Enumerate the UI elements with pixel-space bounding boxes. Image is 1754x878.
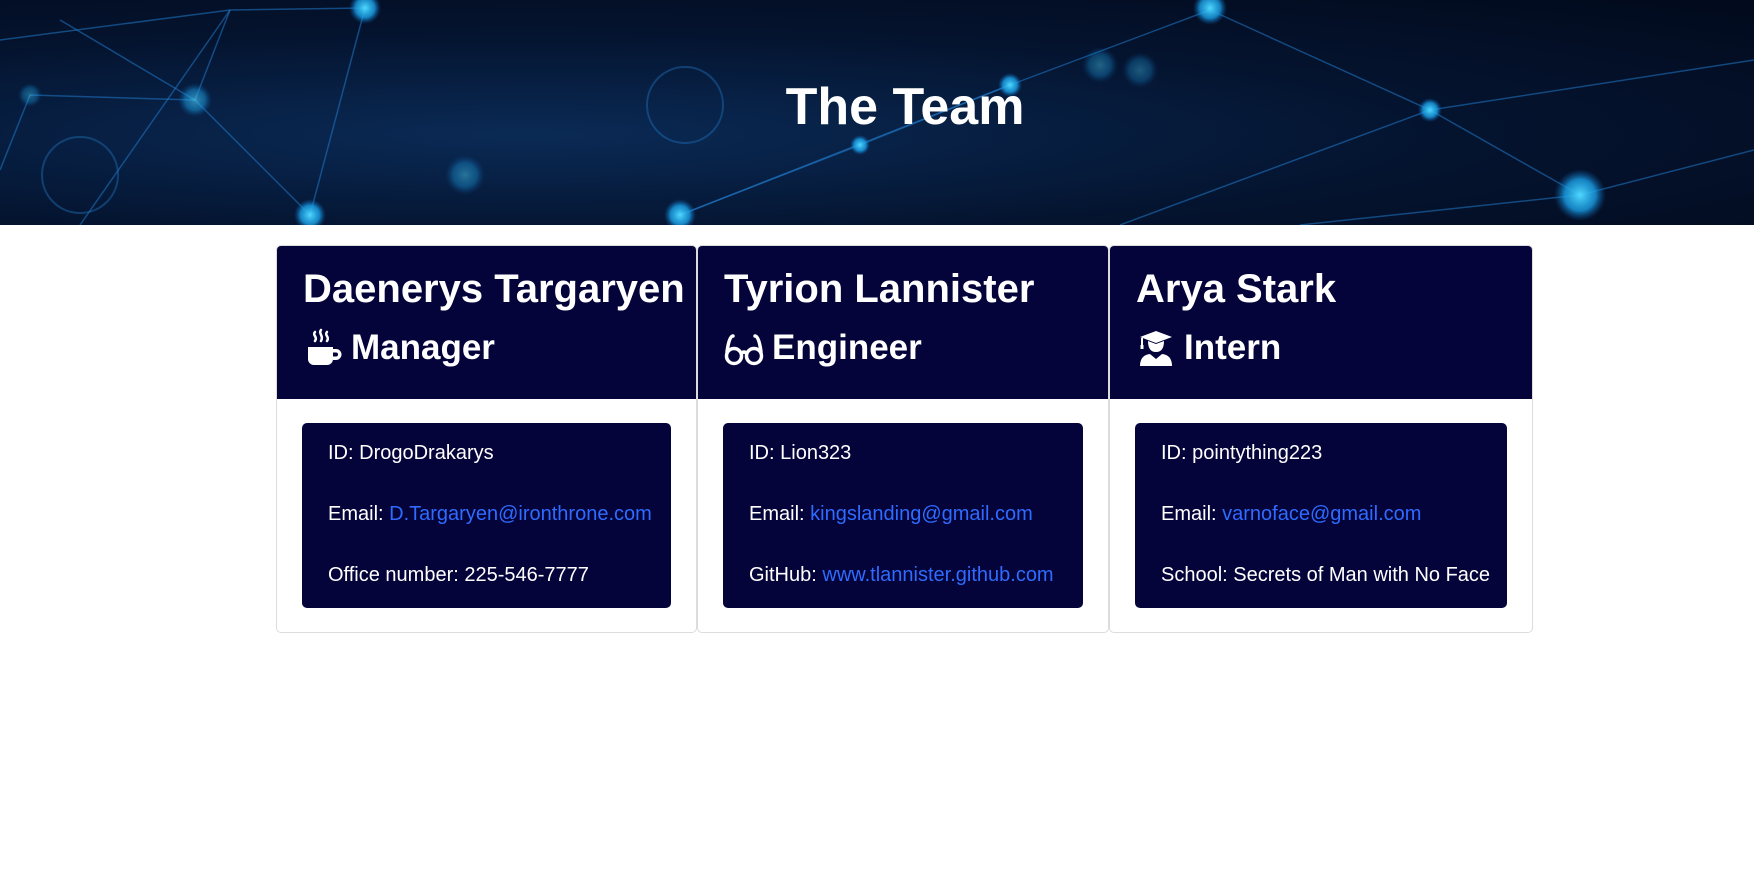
github-label: GitHub: [749,564,817,586]
role-label: Manager [351,328,495,367]
mug-hot-icon [303,328,343,368]
employee-id: ID: Lion323 [749,440,851,466]
card-header: Daenerys Targaryen Manager [277,246,696,399]
card-header: Arya Stark Intern [1110,246,1532,399]
employee-github: GitHub: www.tlannister.github.com [749,562,1054,588]
email-link[interactable]: D.Targaryen@ironthrone.com [389,503,652,525]
email-label: Email: [1161,503,1217,525]
employee-role: Engineer [724,324,922,372]
email-link[interactable]: kingslanding@gmail.com [810,503,1033,525]
school-value: Secrets of Man with No Face [1233,564,1491,586]
employee-id: ID: pointything223 [1161,440,1322,466]
user-graduate-icon [1136,328,1176,368]
card-header: Tyrion Lannister Engineer [698,246,1108,399]
id-label: ID: [749,442,775,464]
glasses-icon [724,328,764,368]
id-value: DrogoDrakarys [359,442,494,464]
role-label: Engineer [772,328,922,367]
employee-info-box: ID: Lion323 Email: kingslanding@gmail.co… [723,423,1083,608]
employee-name: Tyrion Lannister [724,267,1035,311]
id-value: pointything223 [1192,442,1323,464]
employee-email: Email: kingslanding@gmail.com [749,501,1033,527]
employee-office-number: Office number: 225-546-7777 [328,562,589,588]
github-link[interactable]: www.tlannister.github.com [822,564,1053,586]
school-label: School: [1161,564,1228,586]
id-label: ID: [328,442,354,464]
id-value: Lion323 [780,442,852,464]
role-label: Intern [1184,328,1282,367]
employee-role: Manager [303,324,495,372]
employee-info-box: ID: DrogoDrakarys Email: D.Targaryen@iro… [302,423,671,608]
id-label: ID: [1161,442,1187,464]
email-label: Email: [328,503,384,525]
office-number-value: 225-546-7777 [464,564,589,586]
employee-card-manager: Daenerys Targaryen Manager ID: DrogoDrak… [276,245,697,633]
email-label: Email: [749,503,805,525]
employee-name: Arya Stark [1136,267,1337,311]
employee-info-box: ID: pointything223 Email: varnoface@gmai… [1135,423,1507,608]
employee-email: Email: D.Targaryen@ironthrone.com [328,501,652,527]
employee-school: School: Secrets of Man with No Face [1161,562,1490,588]
page-title: The Team [785,78,1025,136]
employee-card-intern: Arya Stark Intern ID: pointything223 Ema… [1109,245,1533,633]
employee-role: Intern [1136,324,1281,372]
employee-card-engineer: Tyrion Lannister Engineer ID: Lion323 Em… [697,245,1109,633]
email-link[interactable]: varnoface@gmail.com [1222,503,1421,525]
office-number-label: Office number: [328,564,459,586]
employee-name: Daenerys Targaryen [303,267,685,311]
employee-id: ID: DrogoDrakarys [328,440,494,466]
hero-banner: The Team [0,0,1754,225]
employee-email: Email: varnoface@gmail.com [1161,501,1421,527]
